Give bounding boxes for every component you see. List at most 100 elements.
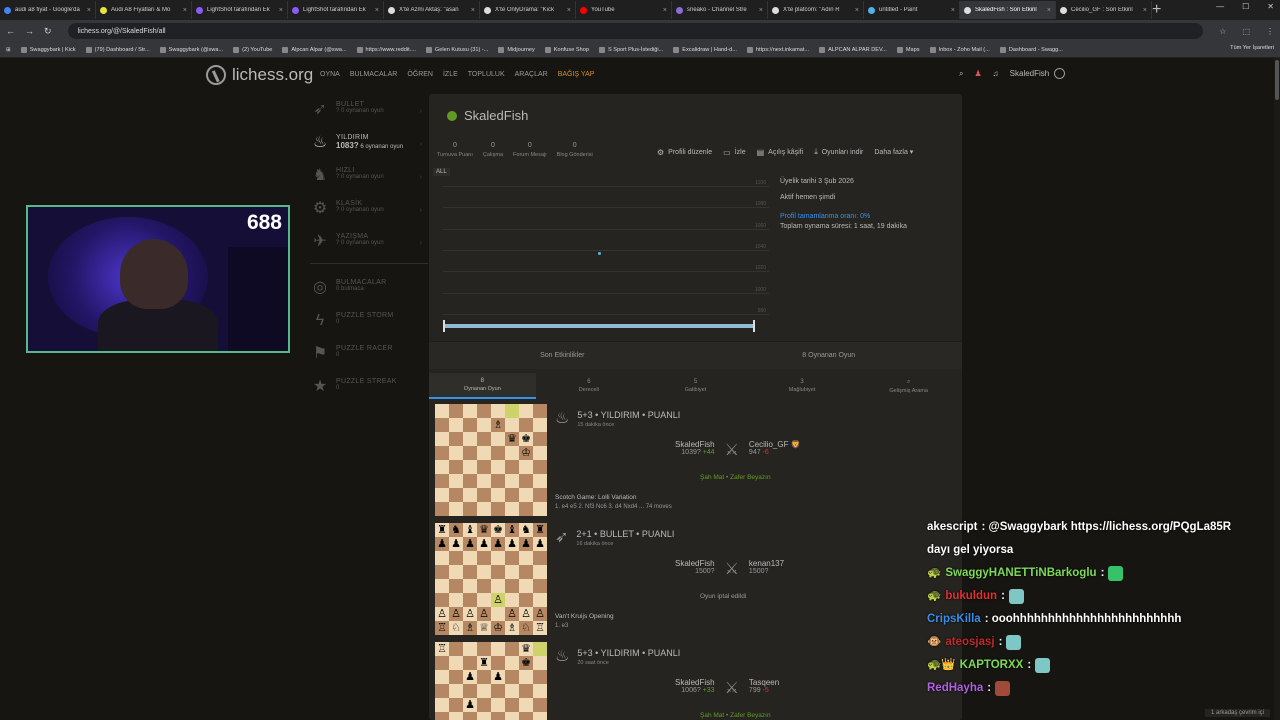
sidebar-puzzle-2[interactable]: ⚑ PUZZLE RACER 0 (310, 340, 428, 373)
notification-bell-icon[interactable]: ♫ (993, 69, 999, 78)
back-icon[interactable]: ← (6, 26, 15, 36)
chart-navigator[interactable] (443, 320, 755, 332)
forward-icon[interactable]: → (25, 26, 34, 36)
url-field[interactable]: lichess.org/@/SkaledFish/all (67, 23, 1204, 39)
lichess-logo[interactable]: lichess.org (206, 65, 313, 85)
nav-i̇zle[interactable]: İZLE (443, 71, 458, 78)
bookmark-item[interactable]: Alpcan Alpar (@swa... (282, 46, 347, 53)
sidebar-perf-hizli[interactable]: ♞ HIZLI? 0 oynanan oyun › (310, 162, 428, 195)
tab-close-icon[interactable]: × (279, 7, 283, 14)
tab-close-icon[interactable]: × (471, 7, 475, 14)
bookmark-item[interactable]: ALPCAN ALPAR DEV... (819, 46, 887, 53)
browser-tab[interactable]: SkaledFish : Son Etkinl × (960, 1, 1056, 19)
game-tab[interactable]: 8 Oynanan Oyun (429, 373, 536, 399)
browser-tab[interactable]: sneako - Channel Stre × (672, 1, 768, 19)
page-scrollbar[interactable] (1274, 58, 1280, 720)
sidebar-puzzle-0[interactable]: ◎ BULMACALAR 0 bulmaca (310, 274, 428, 307)
browser-tab[interactable]: Cecilio_GF : Son Etkinl × (1056, 1, 1152, 19)
browser-tab[interactable]: audi a8 fiyat - Google'da × (0, 1, 96, 19)
sidebar-puzzle-3[interactable]: ★ PUZZLE STREAK 0 (310, 373, 428, 406)
bookmark-item[interactable]: Konfuse Shop (544, 46, 589, 53)
bookmark-item[interactable]: https://www.reddit.... (356, 46, 416, 53)
tab-close-icon[interactable]: × (567, 7, 571, 14)
bookmark-item[interactable]: Midjourney (498, 46, 535, 53)
apps-icon[interactable]: ⊞ (6, 47, 11, 53)
bookmark-item[interactable]: (2) YouTube (233, 46, 272, 53)
nav-öğren[interactable]: ÖĞREN (407, 71, 433, 78)
browser-tab[interactable]: X'te Azmi Aktaş: "asan × (384, 1, 480, 19)
nav-topluluk[interactable]: TOPLULUK (468, 71, 505, 78)
section-tab[interactable]: 8 Oynanan Oyun (696, 342, 963, 369)
profile-action-button[interactable]: Daha fazla ▾ (874, 147, 913, 157)
reload-icon[interactable]: ↻ (44, 26, 52, 37)
profile-action-button[interactable]: ⚙ Profili düzenle (657, 147, 712, 157)
menu-icon[interactable]: ⋮ (1266, 27, 1274, 36)
tab-close-icon[interactable]: × (663, 7, 667, 14)
bookmark-item[interactable]: Inbox - Zoho Mail (... (929, 46, 990, 53)
nav-donate[interactable]: BAĞIŞ YAP (558, 71, 595, 78)
profile-stat[interactable]: 0 Forum Mesajı (513, 142, 547, 158)
bookmark-item[interactable]: Gelen Kutusu (31) -... (425, 46, 488, 53)
game-tab[interactable]: 5 Galibiyet (642, 373, 749, 399)
sidebar-perf-yazişma[interactable]: ✈ YAZIŞMA? 0 oynanan oyun › (310, 228, 428, 261)
player-black[interactable]: kenan137 1500? (749, 559, 784, 575)
tab-close-icon[interactable]: × (1047, 7, 1051, 14)
player-white[interactable]: SkaledFish 1006? +33 (675, 678, 715, 694)
game-row[interactable]: ♖ ♛ ♜ ♚ ♟ ♟ ♟ ♨ 5+3 • YILDIRIM • PUANLI 20 saat ö… (435, 642, 956, 720)
close-window-icon[interactable]: ✕ (1267, 2, 1274, 11)
all-bookmarks-button[interactable]: Tüm Yer İşaretleri (1230, 45, 1274, 51)
maximize-icon[interactable]: ☐ (1242, 2, 1249, 11)
browser-tab[interactable]: LightShot tarafından Ek × (288, 1, 384, 19)
sidebar-perf-klasi̇k[interactable]: ⚙ KLASİK? 0 oynanan oyun › (310, 195, 428, 228)
browser-tab[interactable]: X'te OnlyDrama: "Kick × (480, 1, 576, 19)
nav-oyna[interactable]: OYNA (320, 71, 340, 78)
chart-range-all-button[interactable]: ALL (433, 168, 450, 176)
game-tab[interactable]: ⌕ Gelişmiş Arama (855, 373, 962, 399)
sidebar-perf-bullet[interactable]: ➶ BULLET? 0 oynanan oyun › (310, 96, 428, 129)
tab-close-icon[interactable]: × (759, 7, 763, 14)
bookmark-item[interactable]: (79) Dashboard / Str... (85, 46, 150, 53)
browser-tab[interactable]: X'te platcom: "Adın R × (768, 1, 864, 19)
browser-tab[interactable]: LightShot tarafından Ek × (192, 1, 288, 19)
tab-close-icon[interactable]: × (855, 7, 859, 14)
bookmark-item[interactable]: https://next.inkamat... (746, 46, 809, 53)
extensions-icon[interactable]: ⬚ (1242, 27, 1250, 36)
tab-close-icon[interactable]: × (1143, 7, 1147, 14)
profile-stat[interactable]: 0 Turnuva Puanı (437, 142, 473, 158)
nav-araçlar[interactable]: ARAÇLAR (515, 71, 548, 78)
browser-tab[interactable]: YouTube × (576, 1, 672, 19)
user-menu[interactable]: SkaledFish (1010, 68, 1066, 79)
profile-action-button[interactable]: ⤓ Oyunları indir (814, 147, 863, 157)
tab-close-icon[interactable]: × (375, 7, 379, 14)
browser-tab[interactable]: Audi A8 Fiyatları & Mo × (96, 1, 192, 19)
game-row[interactable]: ♗ ♛ ♚ ♔ ♨ 5+3 • YILDIRIM • PUANLI 15 dakika ön… (435, 404, 956, 517)
nav-bulmacalar[interactable]: BULMACALAR (350, 71, 397, 78)
tab-close-icon[interactable]: × (183, 7, 187, 14)
player-white[interactable]: SkaledFish 1039? +44 (675, 440, 715, 456)
game-row[interactable]: ♜ ♞ ♝ ♛ ♚ ♝ ♞ ♜ ♟ ♟ ♟ ♟ ♟ ♟ ♟ ♟ ♙ ♙ ♙ ♙ ♙ ♙ ♙ ♙ ♖ ♘ ♗ ♕ ♔ ♗ ♘ ♖ ➶ 2+1 • B… (435, 523, 956, 636)
browser-tab[interactable]: untitled - Paint × (864, 1, 960, 19)
game-board-thumbnail[interactable]: ♖ ♛ ♜ ♚ ♟ ♟ ♟ (435, 642, 547, 720)
sidebar-perf-yildirim[interactable]: ♨ YILDIRIM 1083? 6 oynanan oyun › (310, 129, 428, 162)
sidebar-puzzle-1[interactable]: ϟ PUZZLE STORM 0 (310, 307, 428, 340)
player-black[interactable]: Cecilio_GF 🦁 947 -6 (749, 440, 801, 456)
tab-close-icon[interactable]: × (87, 7, 91, 14)
bookmark-item[interactable]: Dashboard - Swagg... (999, 46, 1063, 53)
tab-close-icon[interactable]: × (951, 7, 955, 14)
game-board-thumbnail[interactable]: ♜ ♞ ♝ ♛ ♚ ♝ ♞ ♜ ♟ ♟ ♟ ♟ ♟ ♟ ♟ ♟ ♙ ♙ ♙ ♙ ♙ ♙ ♙ ♙ ♖ ♘ ♗ ♕ ♔ ♗ ♘ ♖ (435, 523, 547, 635)
game-tab[interactable]: 6 Dereceli (536, 373, 643, 399)
minimize-icon[interactable]: — (1216, 2, 1224, 11)
dasher-icon[interactable]: ♟ (974, 69, 981, 78)
profile-action-button[interactable]: ▤ Açılış kâşifi (757, 147, 804, 157)
bookmark-item[interactable]: Excalidraw | Hand-d... (673, 46, 737, 53)
game-tab[interactable]: 3 Mağlubiyet (749, 373, 856, 399)
new-tab-icon[interactable]: + (1152, 1, 1161, 19)
profile-completion-link[interactable]: Profil tamamlanma oranı: 0% (780, 212, 907, 222)
friends-online-bar[interactable]: 1 arkadaş çevrim içi (1204, 709, 1270, 717)
star-icon[interactable]: ☆ (1219, 27, 1226, 36)
bookmark-item[interactable]: Swaggybark (@swa... (159, 46, 223, 53)
profile-stat[interactable]: 0 Blog Gönderisi (557, 142, 593, 158)
profile-stat[interactable]: 0 Çalışma (483, 142, 503, 158)
player-black[interactable]: Tasqeen 799 -5 (749, 678, 779, 694)
player-white[interactable]: SkaledFish 1500? (675, 559, 715, 575)
